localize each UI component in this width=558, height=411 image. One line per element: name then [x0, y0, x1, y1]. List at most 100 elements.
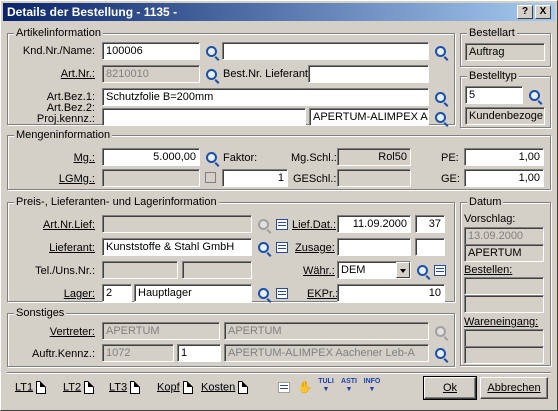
mg-label: Mg.:: [73, 152, 95, 164]
proj-label: Proj.kennz.:: [36, 113, 95, 125]
vorschlag-label: Vorschlag:: [464, 213, 516, 225]
article-number-input[interactable]: 8210010: [102, 65, 200, 83]
purchase-price-input[interactable]: 10: [337, 284, 445, 302]
help-button[interactable]: ?: [517, 5, 533, 19]
ok-button[interactable]: Ok: [423, 376, 477, 400]
search-icon[interactable]: [203, 43, 219, 59]
confirmation-date-input[interactable]: [337, 238, 411, 256]
pe-label: PE:: [441, 152, 459, 164]
search-icon[interactable]: [255, 216, 271, 232]
order-date-field: [464, 277, 544, 295]
factor-input[interactable]: 1: [222, 169, 288, 187]
quantity-key-field: Rol50: [337, 148, 411, 166]
footer-divider: [7, 372, 551, 373]
artnrlief-label: Art.Nr.Lief:: [43, 219, 95, 231]
chevron-down-icon[interactable]: [396, 262, 410, 278]
order-number-input[interactable]: 1072: [102, 344, 174, 362]
our-number-input[interactable]: [182, 261, 252, 279]
article-description-2-input[interactable]: [102, 108, 306, 126]
group-title: Artikelinformation: [14, 27, 103, 40]
supplier-article-input[interactable]: [102, 215, 252, 233]
supplier-order-input[interactable]: [308, 65, 429, 83]
suggestion-user-field: APERTUM: [464, 244, 544, 262]
hand-icon[interactable]: ✋: [297, 379, 313, 395]
search-icon[interactable]: [432, 43, 448, 59]
lt1-button[interactable]: LT1: [15, 381, 47, 394]
lieferant-label: Lieferant:: [49, 242, 95, 254]
lt3-button[interactable]: LT3: [109, 381, 141, 394]
lager-label: Lager:: [63, 288, 95, 300]
order-kind-code-input[interactable]: 5: [465, 86, 523, 104]
bestellen-label: Bestellen:: [464, 264, 513, 276]
search-icon[interactable]: [203, 149, 219, 165]
order-name-field: APERTUM-ALIMPEX Aachener Leb-A: [224, 344, 429, 362]
project-code-input[interactable]: APERTUM-ALIMPEX Aac: [309, 108, 429, 126]
title-bar: Details der Bestellung - 1135 - ? X: [3, 3, 555, 21]
delivery-week-input[interactable]: 37: [415, 215, 445, 233]
document-icon: [36, 381, 47, 394]
customer-name-input[interactable]: [222, 42, 429, 60]
note-icon[interactable]: [274, 285, 290, 301]
note-icon[interactable]: [432, 262, 448, 278]
search-icon[interactable]: [526, 87, 542, 103]
cancel-button[interactable]: Abbrechen: [480, 377, 548, 399]
supplier-input[interactable]: Kunststoffe & Stahl GmbH: [102, 238, 252, 256]
document-icon: [238, 381, 249, 394]
lt2-button[interactable]: LT2: [63, 381, 95, 394]
search-icon[interactable]: [255, 239, 271, 255]
search-icon[interactable]: [203, 66, 219, 82]
stock-quantity-input[interactable]: [102, 169, 200, 187]
zusage-label: Zusage:: [295, 242, 335, 254]
search-icon[interactable]: [432, 109, 448, 125]
knd-label: Knd.Nr./Name:: [22, 45, 95, 57]
document-icon: [84, 381, 95, 394]
ge-input[interactable]: 1,00: [464, 169, 544, 187]
copy-icon[interactable]: [276, 379, 292, 395]
order-type-field: Auftrag: [465, 43, 545, 61]
quantity-input[interactable]: 5.000,00: [102, 148, 200, 166]
article-description-1-input[interactable]: Schutzfolie B=200mm: [102, 88, 429, 106]
geschl-label: GESchl.:: [293, 173, 337, 185]
search-icon[interactable]: [255, 285, 271, 301]
delivery-date-input[interactable]: 11.09.2000: [337, 215, 411, 233]
asti-button[interactable]: ASTI ▼: [340, 378, 358, 394]
confirmation-week-input[interactable]: [415, 238, 445, 256]
tuli-button[interactable]: TULI ▼: [317, 378, 335, 394]
mgschl-label: Mg.Schl.:: [291, 152, 337, 164]
search-icon[interactable]: [414, 262, 430, 278]
customer-number-input[interactable]: 100006: [102, 42, 200, 60]
goods-receipt-user-field: [464, 346, 544, 364]
group-title: Datum: [467, 196, 504, 209]
close-button[interactable]: X: [535, 5, 551, 19]
order-details-dialog: Details der Bestellung - 1135 - ? X Arti…: [0, 0, 558, 411]
search-icon[interactable]: [432, 89, 448, 105]
auftr-label: Auftr.Kennz.:: [32, 348, 95, 360]
group-title: Preis-, Lieferanten- und Lagerinformatio…: [14, 196, 219, 209]
note-icon[interactable]: [274, 216, 290, 232]
tel-label: Tel./Uns.Nr.:: [35, 265, 95, 277]
warehouse-name-input[interactable]: Hauptlager: [134, 284, 252, 302]
goods-receipt-date-field: [464, 329, 544, 347]
supplier-order-label: Best.Nr. Lieferant:: [223, 68, 312, 80]
search-icon[interactable]: [432, 323, 448, 339]
info-button[interactable]: INFO ▼: [363, 378, 381, 394]
group-title: Bestellart: [467, 27, 517, 40]
kosten-button[interactable]: Kosten: [201, 381, 249, 394]
representative-code-input[interactable]: APERTUM: [102, 322, 220, 340]
search-icon[interactable]: [432, 345, 448, 361]
document-icon: [182, 381, 193, 394]
stock-quantity-checkbox[interactable]: [205, 172, 216, 183]
warehouse-code-input[interactable]: 2: [102, 284, 132, 302]
note-icon[interactable]: [274, 239, 290, 255]
group-title: Bestelltyp: [467, 70, 519, 83]
kopf-button[interactable]: Kopf: [157, 381, 193, 394]
suggestion-date-field: 13.09.2000: [464, 227, 544, 245]
artnr-label: Art.Nr.:: [60, 68, 95, 80]
order-position-input[interactable]: 1: [177, 344, 221, 362]
group-title: Sonstiges: [14, 307, 67, 320]
ge-key-field: [337, 169, 411, 187]
liefdat-label: Lief.Dat.:: [292, 219, 337, 231]
pe-input[interactable]: 1,00: [464, 148, 544, 166]
phone-input[interactable]: [102, 261, 178, 279]
ge-label: GE:: [441, 173, 460, 185]
